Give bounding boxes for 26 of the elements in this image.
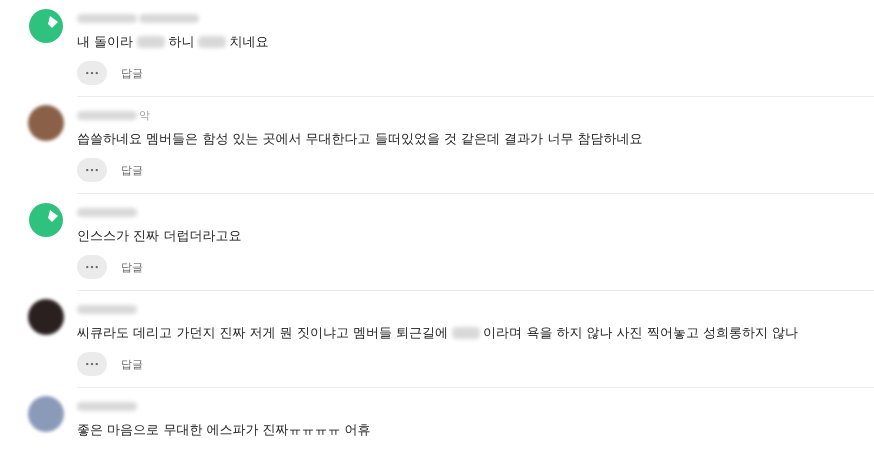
reply-button[interactable]: 답글 bbox=[121, 162, 143, 178]
blurred-text bbox=[198, 36, 226, 48]
comment-text: 인스스가 진짜 더럽더라고요 bbox=[77, 229, 242, 244]
blurred-username bbox=[77, 402, 137, 410]
comment-text: 내 돌이라 bbox=[77, 35, 134, 50]
blurred-username bbox=[77, 14, 137, 22]
comment-text: 이라며 욕을 하지 않나 사진 찍어놓고 성희롱하지 않나 bbox=[483, 326, 798, 341]
comment-text: 하니 bbox=[168, 35, 196, 50]
comment-text: 씨큐라도 데리고 가던지 진짜 저게 뭔 짓이냐고 멤버들 퇴근길에 bbox=[77, 326, 450, 341]
reply-button[interactable]: 답글 bbox=[121, 66, 143, 80]
blurred-username bbox=[77, 110, 137, 120]
blurred-text bbox=[137, 36, 166, 48]
reply-button[interactable]: 답글 bbox=[121, 356, 143, 372]
comment-text: 치네요 bbox=[229, 35, 268, 50]
username-text: 악 bbox=[139, 108, 150, 122]
reply-button[interactable]: 답글 bbox=[121, 260, 143, 274]
comment-text: 좋은 마음으로 무대한 에스파가 진짜ㅠㅠㅠㅠ 어휴 bbox=[77, 423, 371, 438]
more-button[interactable]: ••• bbox=[77, 352, 107, 376]
more-button[interactable]: ••• bbox=[77, 61, 107, 85]
blurred-username bbox=[139, 14, 199, 22]
more-button[interactable]: ••• bbox=[77, 255, 107, 279]
comment-text: 씁쓸하네요 멤버들은 함성 있는 곳에서 무대한다고 들떠있었을 것 같은데 결과가 너무 참담하네요 bbox=[77, 132, 642, 147]
more-button[interactable]: ••• bbox=[77, 158, 107, 182]
blurred-text bbox=[452, 327, 480, 340]
blurred-username bbox=[77, 208, 137, 216]
blurred-username bbox=[77, 304, 137, 314]
